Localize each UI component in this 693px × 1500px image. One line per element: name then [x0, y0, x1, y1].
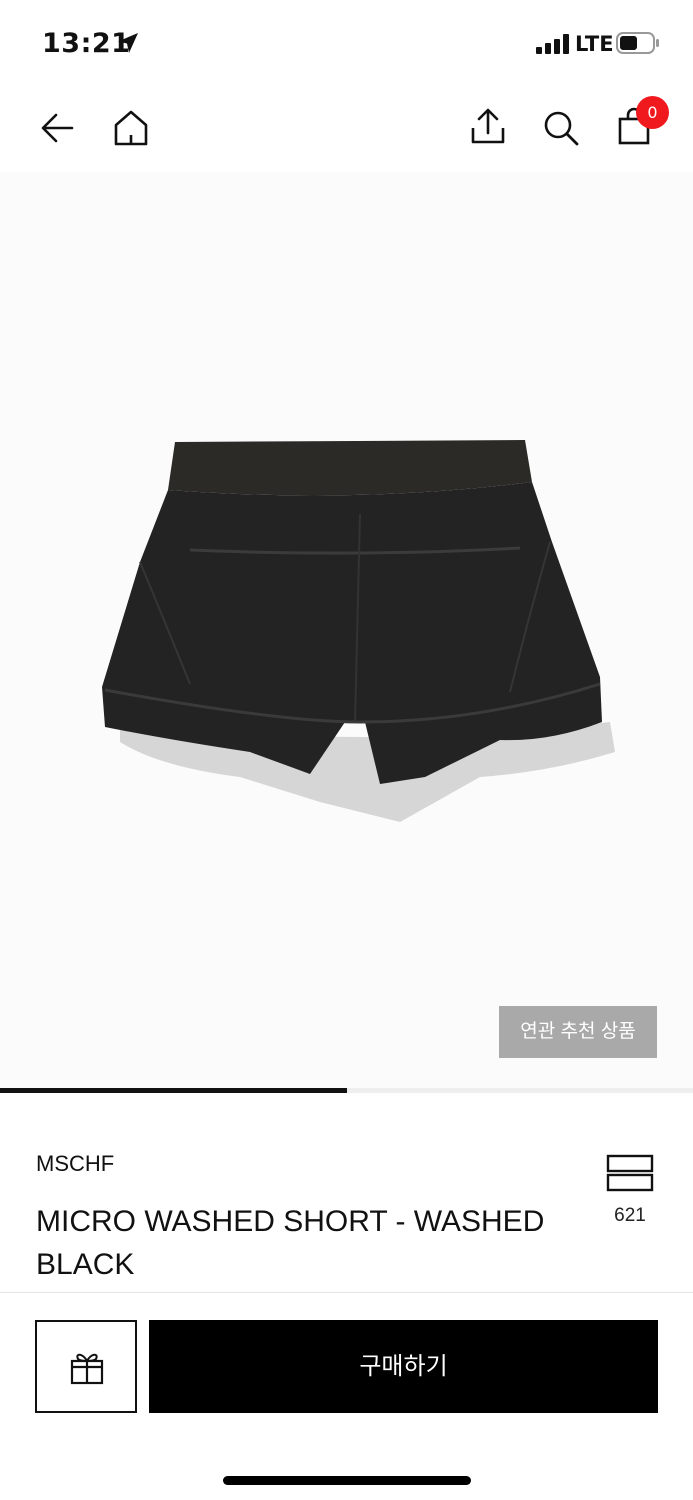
wishlist-count: 621	[614, 1205, 646, 1226]
battery-icon	[616, 32, 659, 54]
home-icon[interactable]	[111, 108, 151, 148]
gallery-progress-bar	[0, 1088, 693, 1093]
related-products-button[interactable]: 연관 추천 상품	[499, 1006, 657, 1058]
divider	[0, 1292, 693, 1293]
home-indicator	[223, 1476, 471, 1485]
product-gallery[interactable]: 연관 추천 상품	[0, 172, 693, 1088]
gift-button[interactable]	[35, 1320, 137, 1413]
gift-icon	[70, 1353, 104, 1385]
share-icon[interactable]	[468, 106, 508, 146]
product-name: MICRO WASHED SHORT - WASHED BLACK	[36, 1205, 545, 1281]
search-icon[interactable]	[541, 108, 581, 148]
buy-button[interactable]: 구매하기	[149, 1320, 658, 1413]
brand-name[interactable]: MSCHF	[36, 1151, 114, 1177]
cart-count-badge: 0	[636, 96, 669, 129]
nav-bar	[0, 88, 693, 172]
carrier-label: LTE	[575, 32, 614, 56]
status-bar: 13:21 LTE	[0, 0, 693, 88]
gallery-progress-fill	[0, 1088, 347, 1093]
product-image	[102, 440, 615, 822]
signal-icon	[536, 34, 569, 54]
location-arrow-icon	[118, 33, 138, 53]
arrow-left-icon[interactable]	[38, 108, 78, 148]
wishlist-icon[interactable]	[606, 1154, 654, 1192]
